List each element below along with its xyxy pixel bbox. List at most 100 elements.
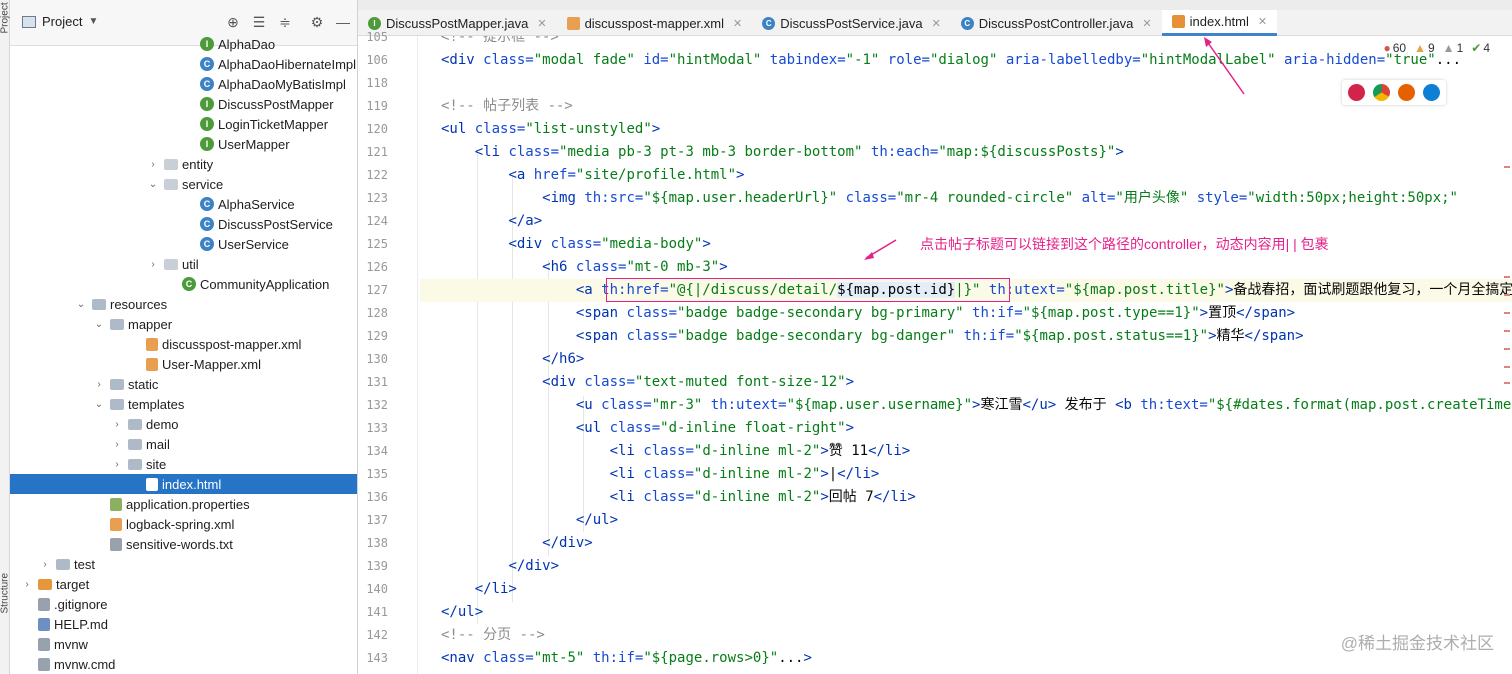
close-icon[interactable]: ✕ <box>733 17 742 30</box>
tree-item[interactable]: C AlphaDaoHibernateImpl <box>10 54 357 74</box>
expand-arrow-icon[interactable]: › <box>146 159 160 170</box>
inspection-widget[interactable]: ● 60 ▲ 9 ▲ 1 ✔ 4 <box>1383 41 1490 55</box>
html-file-icon <box>146 477 158 491</box>
tab-label: DiscussPostController.java <box>978 15 1134 31</box>
tree-item[interactable]: C UserService <box>10 234 357 254</box>
expand-arrow-icon[interactable]: › <box>92 379 106 390</box>
ok-count[interactable]: ✔ 4 <box>1471 41 1490 55</box>
txt-file-icon <box>38 637 50 651</box>
tree-item[interactable]: I AlphaDao <box>10 34 357 54</box>
tree-item-label: discusspost-mapper.xml <box>162 336 302 352</box>
expand-arrow-icon[interactable]: › <box>110 459 124 470</box>
expand-arrow-icon[interactable]: › <box>110 439 124 450</box>
pkg-file-icon <box>164 178 178 190</box>
line-number: 124 <box>366 214 388 228</box>
tree-item[interactable]: C AlphaService <box>10 194 357 214</box>
tree-item[interactable]: › site <box>10 454 357 474</box>
collapse-all-icon[interactable]: ≑ <box>276 14 294 31</box>
close-icon[interactable]: ✕ <box>1258 15 1267 28</box>
editor-tab[interactable]: discusspost-mapper.xml ✕ <box>557 10 753 36</box>
pkg-file-icon <box>164 258 178 270</box>
tree-item[interactable]: C DiscussPostService <box>10 214 357 234</box>
tree-item[interactable]: › target <box>10 574 357 594</box>
structure-strip-label[interactable]: Structure <box>0 573 11 614</box>
tree-item[interactable]: › mail <box>10 434 357 454</box>
expand-arrow-icon[interactable]: › <box>110 419 124 430</box>
crosshair-icon[interactable]: ⊕ <box>224 14 242 31</box>
tree-item[interactable]: mvnw <box>10 634 357 654</box>
chrome-icon[interactable] <box>1373 84 1390 101</box>
chevron-down-icon: ▼ <box>88 16 99 27</box>
firefox-icon[interactable] <box>1398 84 1415 101</box>
tree-item[interactable]: › test <box>10 554 357 574</box>
tree-item[interactable]: discusspost-mapper.xml <box>10 334 357 354</box>
project-strip-label[interactable]: Project <box>0 2 11 33</box>
expand-arrow-icon[interactable]: › <box>146 259 160 270</box>
tree-item[interactable]: ⌄ resources <box>10 294 357 314</box>
folder-file-icon <box>56 558 70 570</box>
tree-item[interactable]: sensitive-words.txt <box>10 534 357 554</box>
tree-item[interactable]: HELP.md <box>10 614 357 634</box>
annotation-highlight-box <box>606 278 1010 302</box>
expand-arrow-icon[interactable]: ⌄ <box>92 319 106 330</box>
line-number: 105 <box>366 30 388 44</box>
tree-item[interactable]: logback-spring.xml <box>10 514 357 534</box>
expand-arrow-icon[interactable]: ⌄ <box>74 299 88 310</box>
tree-item-label: index.html <box>162 476 222 492</box>
minimize-icon[interactable]: — <box>334 14 352 30</box>
line-number: 122 <box>366 168 388 182</box>
editor-tab[interactable]: C DiscussPostService.java ✕ <box>752 10 951 36</box>
code-line: <span class="badge badge-secondary bg-pr… <box>575 305 1296 321</box>
close-icon[interactable]: ✕ <box>932 17 941 30</box>
tree-item[interactable]: › entity <box>10 154 357 174</box>
tree-item[interactable]: application.properties <box>10 494 357 514</box>
project-view-selector[interactable]: Project ▼ <box>22 14 98 29</box>
tree-item[interactable]: › static <box>10 374 357 394</box>
close-icon[interactable]: ✕ <box>1142 17 1151 30</box>
expand-arrow-icon[interactable]: › <box>20 579 34 590</box>
expand-arrow-icon[interactable]: ⌄ <box>92 399 106 410</box>
weak-warning-count[interactable]: ▲ 1 <box>1443 41 1464 55</box>
gear-icon[interactable]: ⚙ <box>308 14 326 31</box>
tree-item-label: AlphaDao <box>218 36 276 52</box>
annotation-arrow <box>864 239 897 260</box>
edge-icon[interactable] <box>1423 84 1440 101</box>
tree-item[interactable]: index.html <box>10 474 357 494</box>
error-count[interactable]: ● 60 <box>1383 41 1406 55</box>
line-number: 129 <box>366 329 388 343</box>
project-icon <box>22 15 36 28</box>
expand-all-icon[interactable]: ☰ <box>250 14 268 31</box>
expand-arrow-icon[interactable]: ⌄ <box>146 179 160 190</box>
intellij-browser-icon[interactable] <box>1348 84 1365 101</box>
i-file-icon: I <box>200 37 214 51</box>
tree-item[interactable]: mvnw.cmd <box>10 654 357 674</box>
tree-item[interactable]: ⌄ service <box>10 174 357 194</box>
tree-item[interactable]: User-Mapper.xml <box>10 354 357 374</box>
tree-item[interactable]: ⌄ mapper <box>10 314 357 334</box>
expand-arrow-icon[interactable]: › <box>38 559 52 570</box>
tree-item-label: CommunityApplication <box>200 276 330 292</box>
tree-item[interactable]: C CommunityApplication <box>10 274 357 294</box>
tree-item[interactable]: .gitignore <box>10 594 357 614</box>
tree-item[interactable]: › demo <box>10 414 357 434</box>
tree-item-label: mvnw.cmd <box>54 656 116 672</box>
tree-item-label: target <box>56 576 90 592</box>
tree-item[interactable]: I DiscussPostMapper <box>10 94 357 114</box>
tree-item-label: entity <box>182 156 214 172</box>
tree-item[interactable]: ⌄ templates <box>10 394 357 414</box>
warning-count[interactable]: ▲ 9 <box>1414 41 1435 55</box>
close-icon[interactable]: ✕ <box>537 17 546 30</box>
editor-tab[interactable]: index.html ✕ <box>1161 10 1278 36</box>
tree-item[interactable]: I UserMapper <box>10 134 357 154</box>
code-line: <!-- 帖子列表 --> <box>441 98 573 114</box>
tree-item-label: UserService <box>218 236 289 252</box>
line-number: 133 <box>366 421 388 435</box>
line-number: 141 <box>366 605 388 619</box>
code-editor[interactable]: <!-- 提示框 --> <div class="modal fade" id=… <box>420 36 1512 674</box>
tree-item[interactable]: C AlphaDaoMyBatisImpl <box>10 74 357 94</box>
tree-item[interactable]: › util <box>10 254 357 274</box>
tree-item[interactable]: I LoginTicketMapper <box>10 114 357 134</box>
line-number: 127 <box>366 283 388 297</box>
tree-item-label: UserMapper <box>218 136 290 152</box>
editor-tab[interactable]: C DiscussPostController.java ✕ <box>951 10 1162 36</box>
